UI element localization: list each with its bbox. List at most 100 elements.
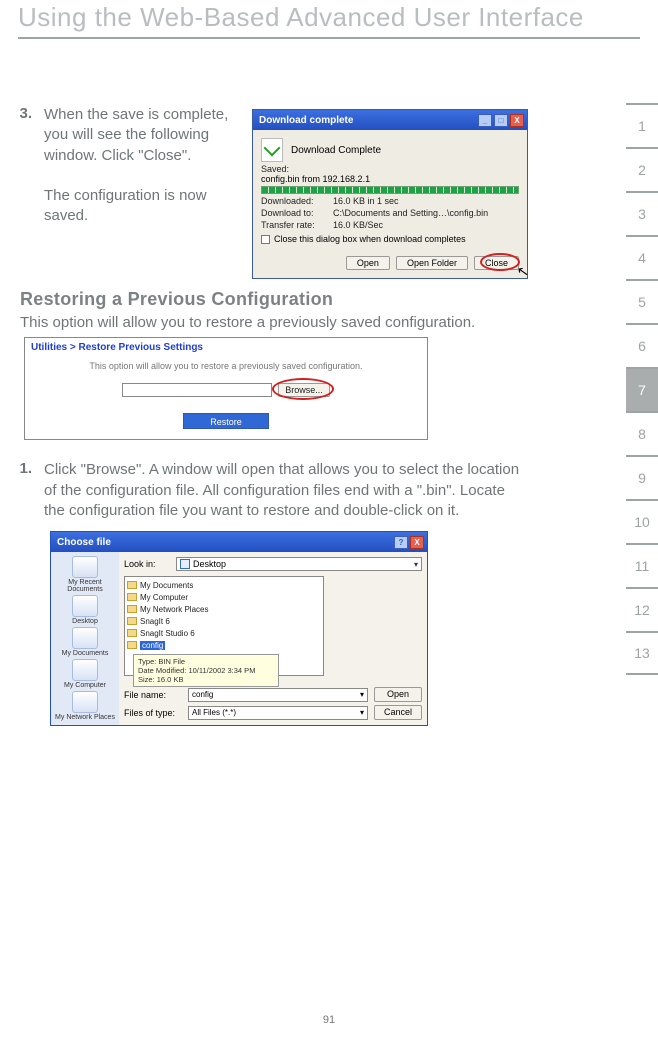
choose-file-bottom: File name: config▾ Open Files of type: A… bbox=[124, 683, 422, 720]
step-3-body: When the save is complete, you will see … bbox=[44, 106, 228, 164]
restore-button[interactable]: Restore bbox=[183, 413, 269, 429]
list-item-label: My Documents bbox=[140, 581, 193, 590]
kv-val: C:\Documents and Setting…\config.bin bbox=[333, 208, 488, 218]
folder-icon bbox=[127, 581, 137, 589]
filename-row: File name: config▾ Open bbox=[124, 687, 422, 702]
filetype-row: Files of type: All Files (*.*)▾ Cancel bbox=[124, 705, 422, 720]
close-window-button[interactable]: X bbox=[510, 114, 524, 127]
restore-input-row: Browse... bbox=[31, 383, 421, 397]
network-icon bbox=[72, 691, 98, 713]
places-computer[interactable]: My Computer bbox=[53, 659, 117, 689]
side-section-index: 1 2 3 4 5 6 7 8 9 10 11 12 13 bbox=[626, 103, 658, 675]
section-tab-10[interactable]: 10 bbox=[626, 499, 658, 543]
lookin-row: Look in: Desktop ▾ bbox=[124, 557, 422, 571]
page-title: Using the Web-Based Advanced User Interf… bbox=[0, 0, 658, 37]
list-item[interactable]: My Computer bbox=[127, 591, 321, 603]
section-tab-3[interactable]: 3 bbox=[626, 191, 658, 235]
places-network[interactable]: My Network Places bbox=[53, 691, 117, 721]
download-titlebar: Download complete _ □ X bbox=[253, 110, 527, 130]
download-complete-icon bbox=[261, 138, 283, 162]
restore-desc: This option will allow you to restore a … bbox=[10, 314, 528, 331]
filename-value: config bbox=[192, 690, 213, 699]
places-documents-label: My Documents bbox=[62, 650, 109, 657]
recent-icon bbox=[72, 556, 98, 578]
restore-file-input[interactable] bbox=[122, 383, 272, 397]
section-tab-5[interactable]: 5 bbox=[626, 279, 658, 323]
section-tab-6[interactable]: 6 bbox=[626, 323, 658, 367]
list-item-selected[interactable]: config bbox=[127, 639, 321, 651]
help-window-button[interactable]: ? bbox=[394, 536, 408, 549]
choose-file-dialog: Choose file ? X My Recent Documents Desk… bbox=[50, 531, 428, 726]
places-computer-label: My Computer bbox=[64, 682, 106, 689]
open-button[interactable]: Open bbox=[374, 687, 422, 702]
list-item[interactable]: SnagIt Studio 6 bbox=[127, 627, 321, 639]
section-tab-12[interactable]: 12 bbox=[626, 587, 658, 631]
open-button[interactable]: Open bbox=[346, 256, 390, 270]
lookin-select[interactable]: Desktop ▾ bbox=[176, 557, 422, 571]
section-tab-13[interactable]: 13 bbox=[626, 631, 658, 675]
download-heading: Download Complete bbox=[291, 145, 381, 156]
folder-icon bbox=[127, 629, 137, 637]
progress-bar bbox=[261, 186, 519, 194]
chevron-down-icon: ▾ bbox=[414, 560, 418, 569]
minimize-window-button[interactable]: _ bbox=[478, 114, 492, 127]
section-tab-1[interactable]: 1 bbox=[626, 103, 658, 147]
places-documents[interactable]: My Documents bbox=[53, 627, 117, 657]
lookin-value: Desktop bbox=[193, 559, 226, 569]
close-on-complete-label: Close this dialog box when download comp… bbox=[274, 234, 466, 244]
documents-icon bbox=[72, 627, 98, 649]
download-body: Download Complete Saved: config.bin from… bbox=[253, 130, 527, 252]
download-button-row: Open Open Folder Close bbox=[253, 252, 527, 278]
browse-wrap: Browse... bbox=[278, 383, 330, 397]
kv-key: Download to: bbox=[261, 208, 333, 218]
computer-icon bbox=[72, 659, 98, 681]
saved-label: Saved: bbox=[261, 164, 333, 174]
close-window-button[interactable]: X bbox=[410, 536, 424, 549]
list-item-selected-label: config bbox=[140, 641, 165, 650]
chevron-down-icon: ▾ bbox=[360, 690, 364, 699]
section-tab-9[interactable]: 9 bbox=[626, 455, 658, 499]
section-tab-4[interactable]: 4 bbox=[626, 235, 658, 279]
close-on-complete-checkbox[interactable] bbox=[261, 235, 270, 244]
browse-button[interactable]: Browse... bbox=[278, 383, 330, 397]
section-tab-7[interactable]: 7 bbox=[626, 367, 658, 411]
tooltip-type: Type: BIN File bbox=[138, 657, 274, 666]
saved-value: config.bin from 192.168.2.1 bbox=[261, 174, 519, 184]
list-item-label: SnagIt Studio 6 bbox=[140, 629, 195, 638]
lookin-label: Look in: bbox=[124, 559, 170, 569]
close-button[interactable]: Close bbox=[474, 256, 519, 270]
maximize-window-button[interactable]: □ bbox=[494, 114, 508, 127]
filetype-select[interactable]: All Files (*.*)▾ bbox=[188, 706, 368, 720]
choose-file-places-bar: My Recent Documents Desktop My Documents… bbox=[51, 552, 119, 725]
list-item[interactable]: My Documents bbox=[127, 579, 321, 591]
download-complete-dialog: Download complete _ □ X Download Complet… bbox=[252, 109, 528, 279]
list-item-label: My Computer bbox=[140, 593, 188, 602]
kv-row: Transfer rate:16.0 KB/Sec bbox=[261, 220, 519, 230]
kv-key: Downloaded: bbox=[261, 196, 333, 206]
desktop-small-icon bbox=[180, 559, 190, 569]
section-tab-11[interactable]: 11 bbox=[626, 543, 658, 587]
list-item[interactable]: SnagIt 6 bbox=[127, 615, 321, 627]
file-list[interactable]: My Documents My Computer My Network Plac… bbox=[124, 576, 324, 676]
restore-panel: Utilities > Restore Previous Settings Th… bbox=[24, 337, 428, 440]
choose-file-window-buttons: ? X bbox=[394, 536, 424, 549]
filetype-label: Files of type: bbox=[124, 708, 182, 718]
choose-file-right: Look in: Desktop ▾ My Documents My Compu… bbox=[119, 552, 427, 725]
saved-row: Saved: bbox=[261, 164, 519, 174]
step-1-text: Click "Browse". A window will open that … bbox=[44, 460, 528, 521]
choose-file-body: My Recent Documents Desktop My Documents… bbox=[51, 552, 427, 725]
list-item[interactable]: My Network Places bbox=[127, 603, 321, 615]
cancel-button[interactable]: Cancel bbox=[374, 705, 422, 720]
filename-input[interactable]: config ▾ bbox=[188, 688, 368, 702]
section-tab-8[interactable]: 8 bbox=[626, 411, 658, 455]
chevron-down-icon: ▾ bbox=[360, 708, 364, 717]
open-folder-button[interactable]: Open Folder bbox=[396, 256, 468, 270]
places-recent-label: My Recent Documents bbox=[67, 579, 102, 593]
restore-panel-title: Utilities > Restore Previous Settings bbox=[31, 342, 421, 355]
section-tab-2[interactable]: 2 bbox=[626, 147, 658, 191]
kv-val: 16.0 KB in 1 sec bbox=[333, 196, 399, 206]
places-desktop[interactable]: Desktop bbox=[53, 595, 117, 625]
step-3-followup: The configuration is now saved. bbox=[44, 186, 234, 227]
list-item-label: My Network Places bbox=[140, 605, 208, 614]
places-recent[interactable]: My Recent Documents bbox=[53, 556, 117, 593]
